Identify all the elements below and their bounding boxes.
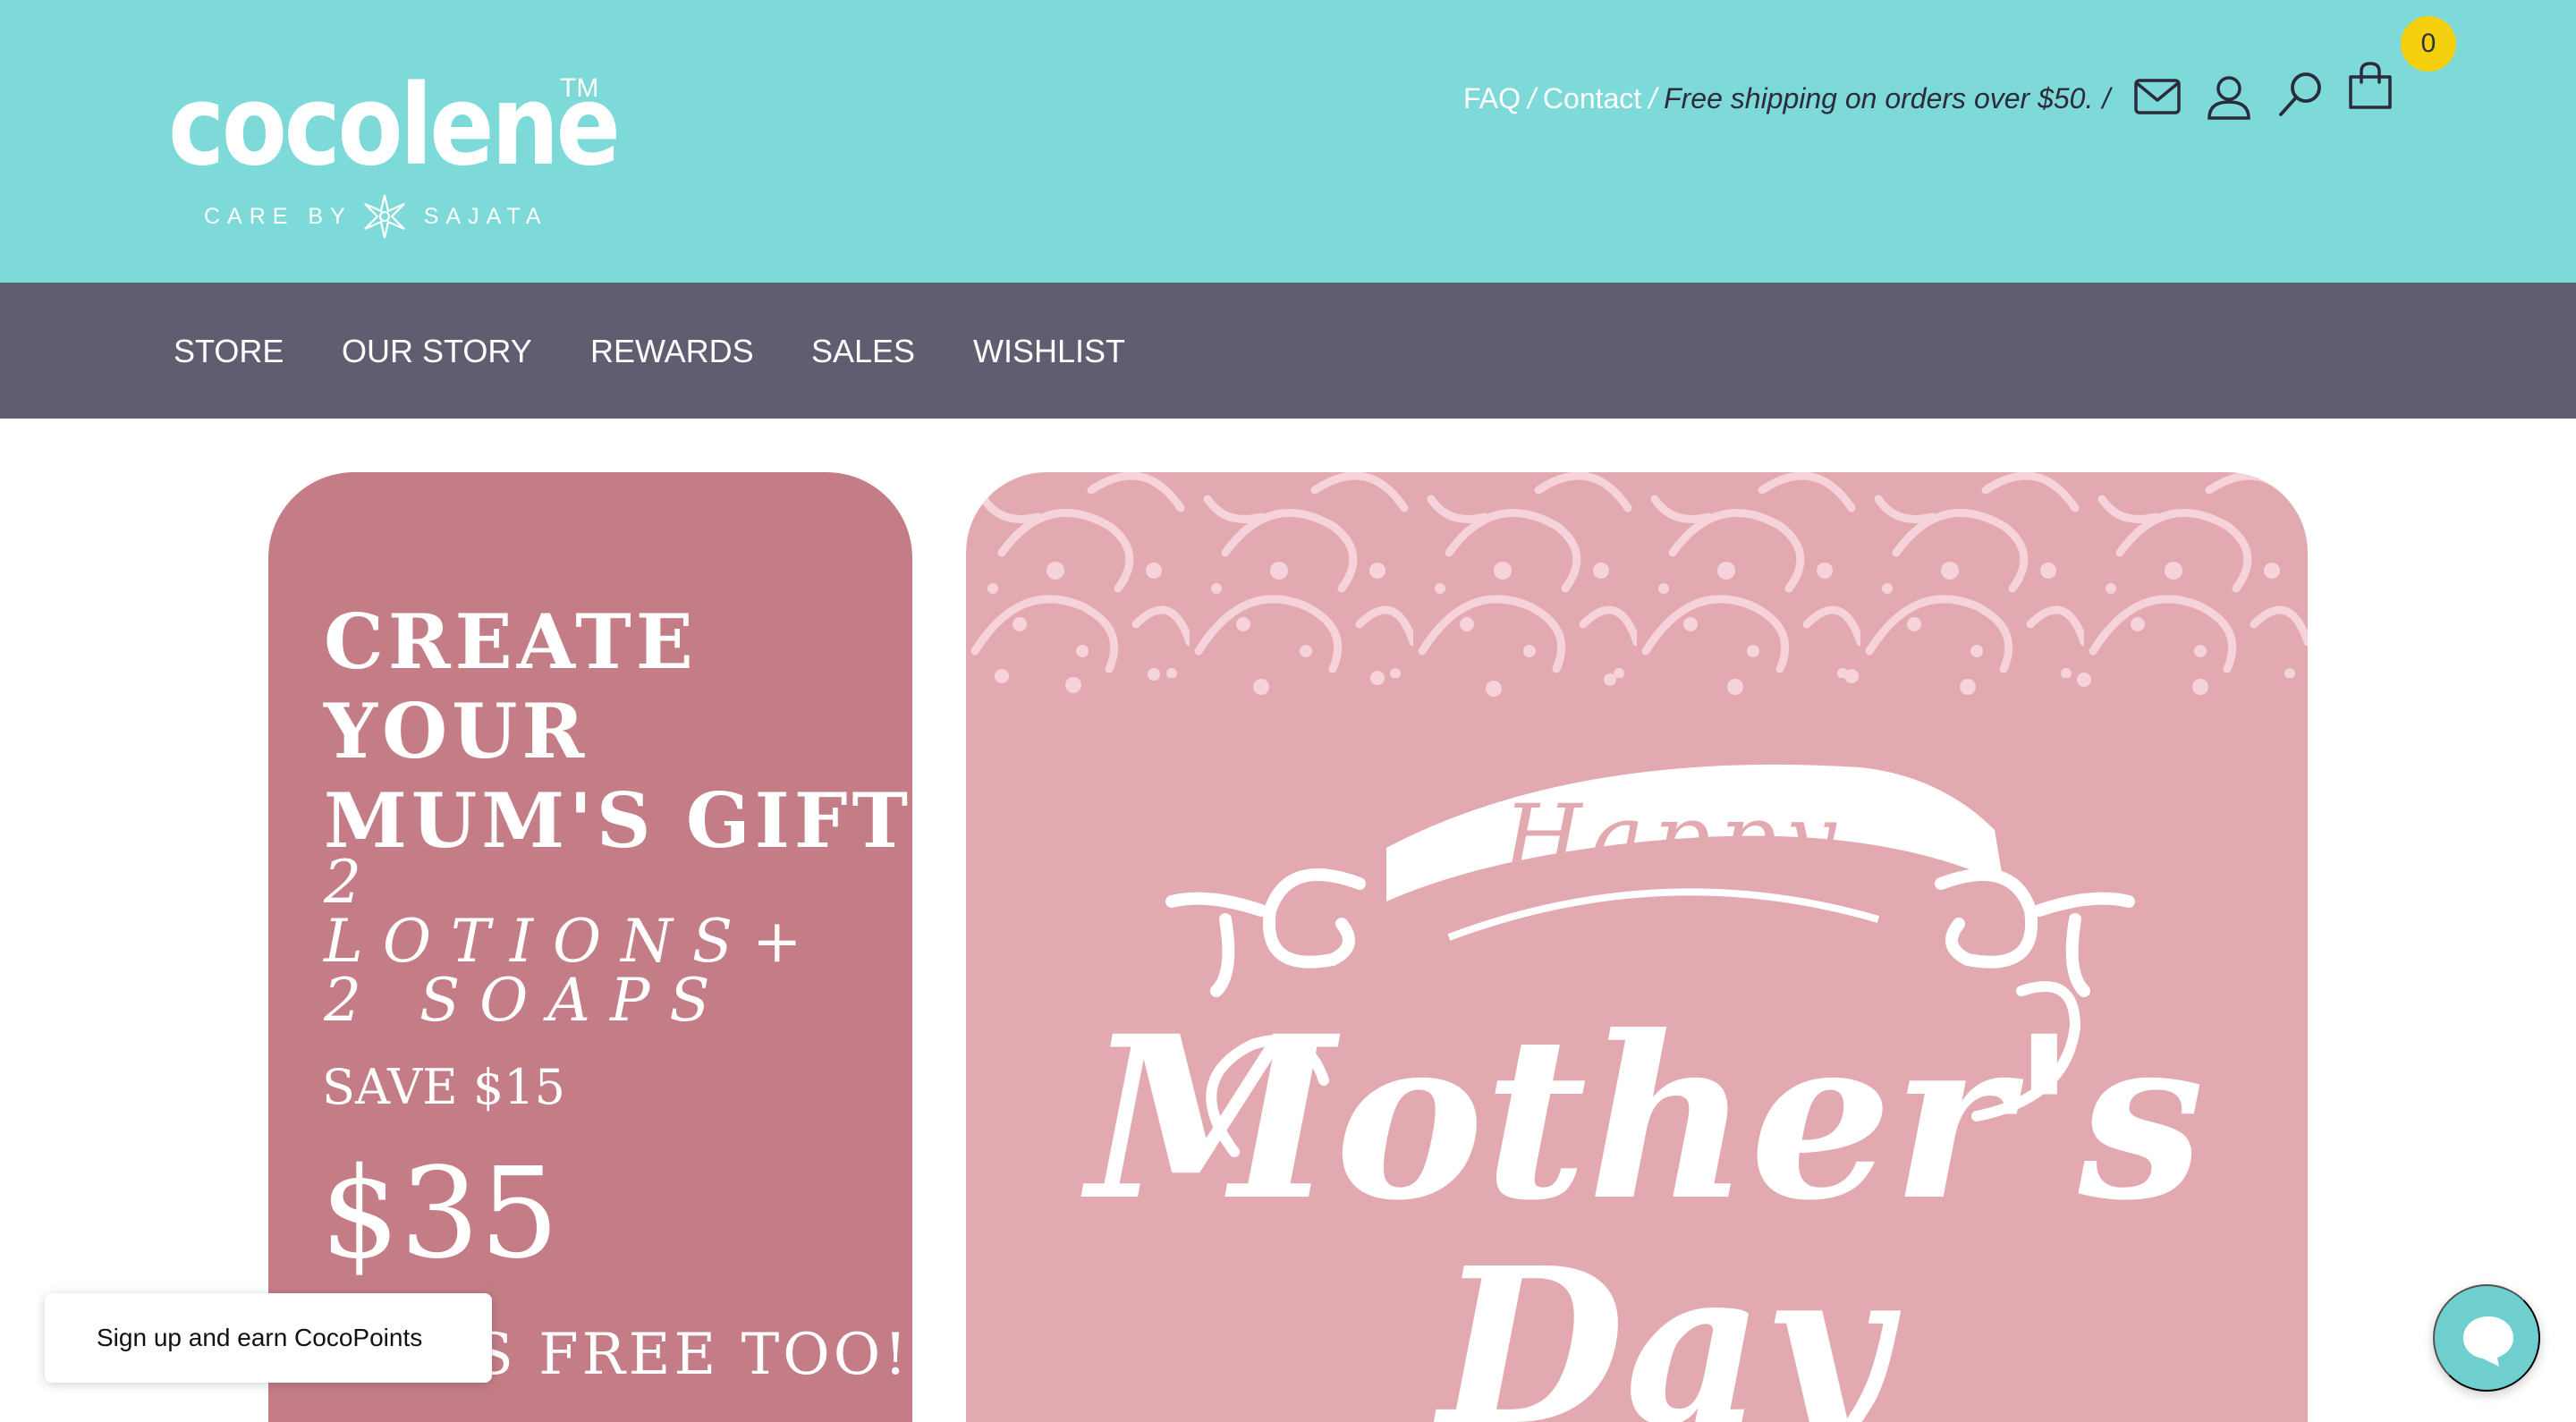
rewards-signup-popup[interactable]: Sign up and earn CocoPoints [45, 1293, 492, 1383]
nav-store[interactable]: STORE [174, 333, 284, 370]
gift-promo-card[interactable]: CREATE YOUR MUM'S GIFT 2 LOTIONS+ 2 SOAP… [268, 472, 912, 1422]
floral-lettering-artwork: Happy Mother's Day [966, 472, 2308, 1422]
promo-offer: 2 LOTIONS+ 2 SOAPS [324, 848, 822, 1035]
main-navigation: STORE OUR STORY REWARDS SALES WISHLIST [0, 283, 2576, 419]
promo-free-text: S FREE TOO! [474, 1322, 911, 1388]
utility-links: FAQ / Contact / Free shipping on orders … [1463, 80, 2110, 116]
separator: / [1648, 81, 1657, 114]
separator: / [2102, 81, 2111, 114]
shipping-notice: Free shipping on orders over $50. [1664, 81, 2094, 114]
nav-our-story[interactable]: OUR STORY [342, 333, 532, 370]
promo-title: CREATE YOUR MUM'S GIFT [324, 597, 912, 865]
user-icon[interactable] [2204, 72, 2254, 122]
cart-count-badge[interactable]: 0 [2401, 16, 2456, 72]
shopping-bag-icon[interactable] [2345, 61, 2395, 111]
faq-link[interactable]: FAQ [1463, 82, 1521, 115]
brand-logo[interactable]: cocolene TM CARE BY SAJATA [168, 59, 621, 241]
contact-link[interactable]: Contact [1543, 82, 1641, 115]
logo-tagline: CARE BY SAJATA [204, 191, 548, 241]
mothers-day-banner[interactable]: Happy Mother's Day [966, 472, 2308, 1422]
separator: / [1528, 81, 1536, 114]
tagline-left: CARE BY [204, 203, 352, 229]
flower-star-icon [363, 194, 405, 239]
nav-sales[interactable]: SALES [811, 333, 915, 370]
chat-launcher-button[interactable] [2433, 1284, 2540, 1392]
logo-wordmark: cocolene [168, 62, 621, 190]
hero-happy-text: Happy [1502, 785, 1844, 890]
nav-wishlist[interactable]: WISHLIST [973, 333, 1125, 370]
trademark-symbol: TM [560, 73, 599, 103]
tagline-right: SAJATA [423, 203, 548, 229]
promo-price: $35 [320, 1141, 560, 1287]
search-icon[interactable] [2275, 70, 2326, 120]
chat-bubble-icon [2463, 1316, 2513, 1367]
nav-rewards[interactable]: REWARDS [590, 333, 754, 370]
hero-mothers-text: Mother's [1080, 986, 2205, 1249]
promo-savings: SAVE $15 [322, 1059, 565, 1115]
hero-day-text: Day [1433, 1221, 1902, 1422]
mail-icon[interactable] [2132, 72, 2182, 122]
site-header: cocolene TM CARE BY SAJATA FAQ / Contact… [0, 0, 2576, 283]
